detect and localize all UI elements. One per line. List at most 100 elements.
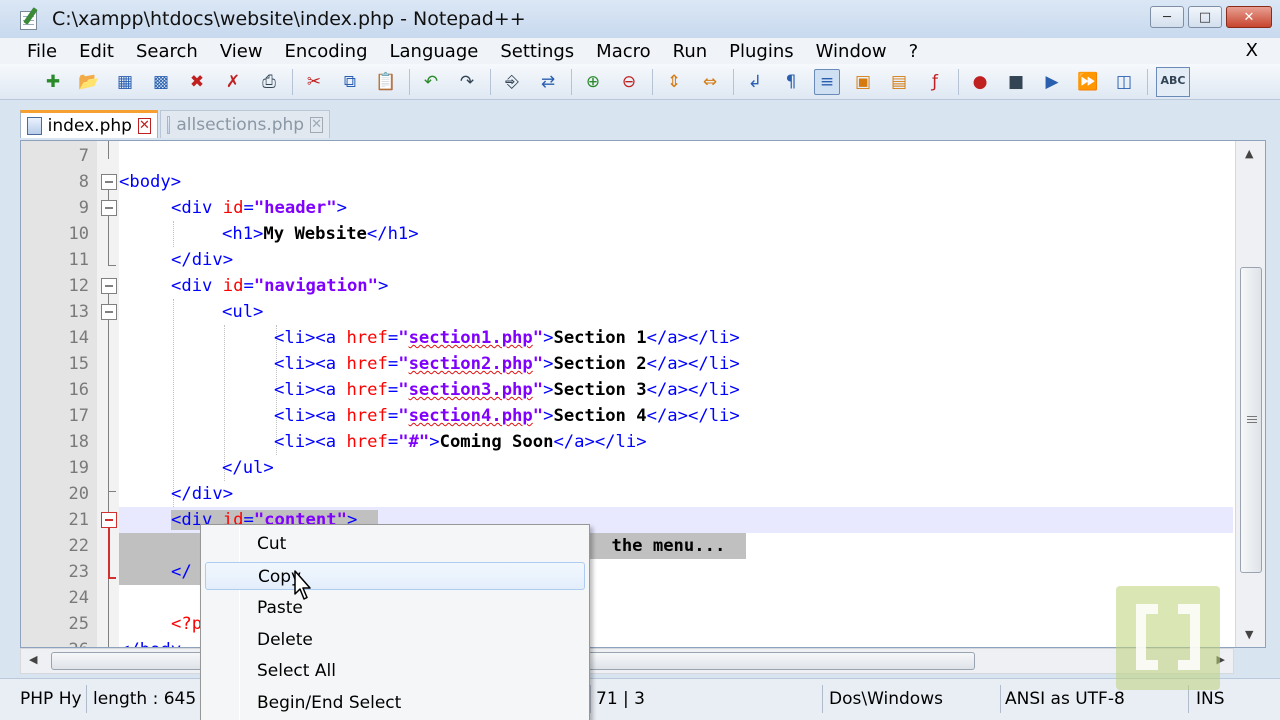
fold-end — [108, 265, 116, 266]
print-icon[interactable]: ⎙ — [256, 69, 282, 95]
save-all-icon[interactable]: ▩ — [148, 69, 174, 95]
word-wrap-icon[interactable]: ↲ — [742, 69, 768, 95]
vertical-scroll-thumb[interactable] — [1240, 267, 1262, 573]
minimize-button[interactable]: ─ — [1150, 6, 1184, 28]
tab-index-php[interactable]: index.php ✕ — [20, 110, 158, 138]
close-tab-icon[interactable]: ✕ — [137, 117, 151, 134]
context-menu-begin-end-select[interactable]: Begin/End Select — [205, 689, 585, 717]
open-icon[interactable]: 📂 — [76, 69, 102, 95]
code-line-20: </div> — [171, 484, 234, 504]
play-macro-icon[interactable]: ▶ — [1039, 69, 1065, 95]
sync-v-icon[interactable]: ⇕ — [661, 69, 687, 95]
context-menu-copy[interactable]: Copy — [205, 562, 585, 590]
fold-line — [108, 320, 109, 492]
menu-help[interactable]: ? — [898, 41, 930, 62]
fold-line — [108, 294, 109, 304]
doc-map-icon[interactable]: ▤ — [886, 69, 912, 95]
close-icon: ✕ — [1243, 9, 1255, 25]
menu-edit[interactable]: Edit — [68, 41, 125, 62]
menu-file[interactable]: File — [0, 41, 68, 62]
close-tab-icon[interactable]: ✕ — [310, 116, 323, 133]
fold-end — [108, 491, 116, 492]
save-macro-icon[interactable]: ◫ — [1111, 69, 1137, 95]
run-macro-multiple-icon[interactable]: ⏩ — [1075, 69, 1101, 95]
cut-icon[interactable]: ✂ — [301, 69, 327, 95]
close-all-icon[interactable]: ✗ — [220, 69, 246, 95]
scroll-down-icon[interactable]: ▼ — [1245, 628, 1253, 641]
context-menu-cut[interactable]: Cut — [205, 530, 585, 558]
menu-settings[interactable]: Settings — [489, 41, 585, 62]
indent-guide-icon[interactable]: ≡ — [814, 68, 840, 95]
watermark-logo — [1116, 586, 1220, 690]
save-icon[interactable]: ▦ — [112, 69, 138, 95]
tab-allsections-php[interactable]: allsections.php ✕ — [160, 110, 330, 138]
fold-toggle-icon[interactable] — [101, 512, 117, 528]
code-line-19: </ul> — [222, 458, 274, 478]
context-menu-delete[interactable]: Delete — [205, 626, 585, 654]
replace-icon[interactable]: ⇄ — [535, 69, 561, 95]
line-number: 25 — [68, 614, 89, 634]
fold-toggle-icon[interactable] — [101, 200, 117, 216]
zoom-in-icon[interactable]: ⊕ — [580, 69, 606, 95]
close-icon[interactable]: ✖ — [184, 69, 210, 95]
toolbar-separator — [652, 68, 653, 95]
menu-plugins[interactable]: Plugins — [718, 41, 804, 62]
menu-window[interactable]: Window — [805, 41, 898, 62]
menu-macro[interactable]: Macro — [585, 41, 661, 62]
context-menu-select-all[interactable]: Select All — [205, 657, 585, 685]
fold-line — [108, 141, 109, 159]
toolbar-separator — [409, 68, 410, 95]
new-icon[interactable]: ✚ — [40, 69, 66, 95]
fold-toggle-icon[interactable] — [101, 304, 117, 320]
line-number: 24 — [68, 588, 89, 608]
code-line-13: <ul> — [222, 302, 264, 322]
scroll-left-icon[interactable]: ◀ — [29, 653, 37, 666]
line-number: 21 — [68, 510, 89, 530]
undo-icon[interactable]: ↶ — [418, 69, 444, 95]
line-number: 22 — [68, 536, 89, 556]
sync-h-icon[interactable]: ⇔ — [697, 69, 723, 95]
user-lang-icon[interactable]: ▣ — [850, 69, 876, 95]
line-number: 26 — [21, 637, 89, 647]
title-bar: C:\xampp\htdocs\website\index.php - Note… — [0, 0, 1280, 38]
redo-icon[interactable]: ↷ — [454, 69, 480, 95]
copy-icon[interactable]: ⧉ — [337, 69, 363, 95]
line-number: 23 — [68, 562, 89, 582]
function-list-icon[interactable]: ƒ — [922, 69, 948, 95]
stop-macro-icon[interactable]: ■ — [1003, 69, 1029, 95]
tab-label: index.php — [47, 115, 132, 136]
line-number: 20 — [68, 484, 89, 504]
show-all-chars-icon[interactable]: ¶ — [778, 69, 804, 95]
find-icon[interactable]: ⎆ — [499, 69, 525, 95]
menu-encoding[interactable]: Encoding — [274, 41, 379, 62]
vertical-scrollbar[interactable]: ▲ ▼ — [1235, 141, 1265, 647]
paste-icon[interactable]: 📋 — [373, 69, 399, 95]
spellcheck-label: ABC — [1160, 73, 1186, 87]
code-line-14: <li><a href="section1.php">Section 1</a>… — [274, 328, 740, 348]
fold-toggle-icon[interactable] — [101, 278, 117, 294]
record-macro-icon[interactable]: ● — [967, 69, 993, 95]
status-eol: Dos\Windows — [829, 689, 943, 709]
toolbar-separator — [733, 68, 734, 95]
line-number: 12 — [68, 276, 89, 296]
fold-line — [108, 216, 109, 266]
fold-line — [108, 492, 109, 512]
maximize-button[interactable]: □ — [1188, 6, 1222, 28]
zoom-out-icon[interactable]: ⊖ — [616, 69, 642, 95]
line-number: 15 — [68, 354, 89, 374]
menu-search[interactable]: Search — [125, 41, 209, 62]
close-document-button[interactable]: X — [1246, 40, 1258, 61]
spellcheck-icon[interactable]: ABC — [1156, 66, 1190, 97]
close-window-button[interactable]: ✕ — [1226, 6, 1272, 28]
code-line-15: <li><a href="section2.php">Section 2</a>… — [274, 354, 740, 374]
code-line-8: <body> — [119, 172, 182, 192]
menu-language[interactable]: Language — [379, 41, 490, 62]
menu-run[interactable]: Run — [662, 41, 719, 62]
tab-label: allsections.php — [176, 114, 305, 135]
scroll-up-icon[interactable]: ▲ — [1245, 147, 1253, 160]
context-menu-paste[interactable]: Paste — [205, 594, 585, 622]
document-icon — [27, 116, 42, 135]
fold-toggle-icon[interactable] — [101, 174, 117, 190]
menu-view[interactable]: View — [209, 41, 274, 62]
line-number: 17 — [68, 406, 89, 426]
